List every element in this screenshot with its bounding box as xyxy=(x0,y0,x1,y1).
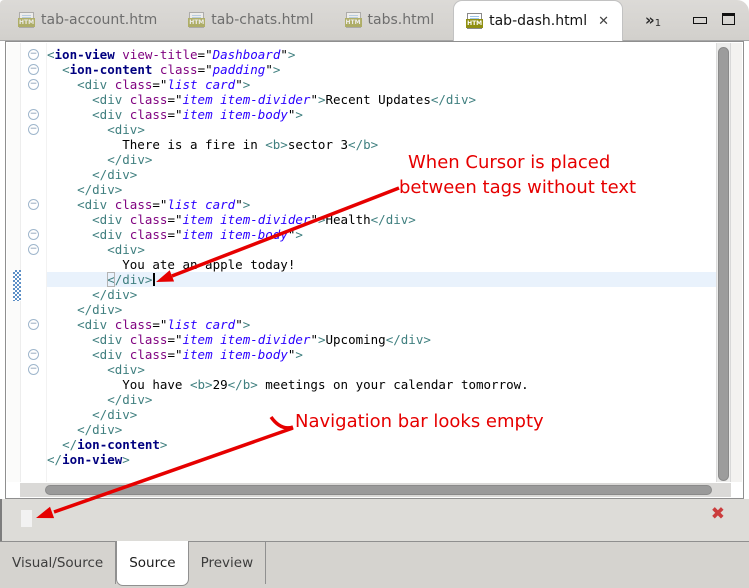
code-line[interactable]: </ion-view> xyxy=(47,452,717,467)
code-line[interactable]: </div> xyxy=(47,272,717,287)
tab-visual-source[interactable]: Visual/Source xyxy=(0,542,117,584)
code-line[interactable]: There is a fire in <b>sector 3</b> xyxy=(47,137,717,152)
navigation-bar-empty-item[interactable] xyxy=(21,510,32,527)
code-line[interactable]: You ate an apple today! xyxy=(47,257,717,272)
code-line[interactable]: <div class="item item-divider">Health</d… xyxy=(47,212,717,227)
code-line[interactable]: <div class="list card"> xyxy=(47,77,717,92)
code-line[interactable]: <div class="item item-divider">Upcoming<… xyxy=(47,332,717,347)
code-line[interactable]: </div> xyxy=(47,287,717,302)
close-tab-icon[interactable]: ✕ xyxy=(598,14,609,29)
code-line[interactable]: <div> xyxy=(47,362,717,377)
overview-ruler[interactable] xyxy=(730,43,742,482)
htm-file-icon: HTM xyxy=(188,12,206,28)
code-line[interactable]: <div> xyxy=(47,242,717,257)
fold-ruler: − − − − − − − − − − − xyxy=(21,43,47,482)
htm-file-icon: HTM xyxy=(344,12,362,28)
fold-collapse-icon[interactable]: − xyxy=(28,319,39,330)
minimize-icon[interactable] xyxy=(693,17,707,24)
horizontal-scrollbar-thumb[interactable] xyxy=(45,485,712,495)
text-cursor xyxy=(153,273,156,286)
annotation-nav-note: Navigation bar looks empty xyxy=(295,411,544,432)
editor-window: HTM tab-account.htm HTM tab-chats.html H… xyxy=(0,0,749,588)
tab-dash-html-active[interactable]: HTM tab-dash.html ✕ xyxy=(453,0,623,41)
tab-label: tab-dash.html xyxy=(489,13,588,29)
tab-source-active[interactable]: Source xyxy=(116,541,189,586)
editor-tab-bar: HTM tab-account.htm HTM tab-chats.html H… xyxy=(0,0,749,41)
tab-label: tab-chats.html xyxy=(211,12,314,28)
vertical-scrollbar-thumb[interactable] xyxy=(718,47,729,481)
fold-collapse-icon[interactable]: − xyxy=(28,49,39,60)
fold-collapse-icon[interactable]: − xyxy=(28,124,39,135)
htm-file-icon: HTM xyxy=(18,12,35,28)
code-line[interactable]: </div> xyxy=(47,392,717,407)
code-line[interactable]: <ion-content class="padding"> xyxy=(47,62,717,77)
fold-collapse-icon[interactable]: − xyxy=(28,64,39,75)
fold-collapse-icon[interactable]: − xyxy=(28,229,39,240)
tab-preview[interactable]: Preview xyxy=(189,542,267,584)
fold-collapse-icon[interactable]: − xyxy=(28,349,39,360)
code-line[interactable]: <div class="list card"> xyxy=(47,317,717,332)
navigation-bar: ✖ xyxy=(0,499,749,541)
htm-file-icon: HTM xyxy=(466,13,484,29)
fold-collapse-icon[interactable]: − xyxy=(28,244,39,255)
overflow-count: 1 xyxy=(654,18,662,29)
tab-chats-html[interactable]: HTM tab-chats.html xyxy=(176,0,326,40)
code-line[interactable]: <ion-view view-title="Dashboard"> xyxy=(47,47,717,62)
tab-overflow-indicator[interactable]: » 1 xyxy=(645,0,661,40)
annotation-cursor-note-line2: between tags without text xyxy=(399,177,637,198)
annotation-ruler[interactable] xyxy=(7,43,21,482)
fold-collapse-icon[interactable]: − xyxy=(28,364,39,375)
code-line[interactable]: <div class="item item-body"> xyxy=(47,347,717,362)
tab-label: tabs.html xyxy=(367,12,435,28)
code-line[interactable]: You have <b>29</b> meetings on your cale… xyxy=(47,377,717,392)
fold-collapse-icon[interactable]: − xyxy=(28,199,39,210)
code-line[interactable]: </ion-content> xyxy=(47,437,717,452)
view-controls xyxy=(693,13,735,25)
code-line[interactable]: <div class="list card"> xyxy=(47,197,717,212)
annotation-cursor-note-line1: When Cursor is placed xyxy=(408,152,611,173)
code-line[interactable]: </div> xyxy=(47,152,717,167)
code-line[interactable]: <div> xyxy=(47,122,717,137)
code-line[interactable]: <div class="item item-divider">Recent Up… xyxy=(47,92,717,107)
horizontal-scrollbar[interactable] xyxy=(20,483,731,497)
chevron-overflow-icon: » xyxy=(645,11,655,29)
tab-tabs-html[interactable]: HTM tabs.html xyxy=(333,0,448,40)
fold-collapse-icon[interactable]: − xyxy=(28,109,39,120)
editor-mode-tab-bar: Visual/Source Source Preview xyxy=(0,541,749,588)
code-line[interactable]: <div class="item item-body"> xyxy=(47,107,717,122)
vertical-scrollbar[interactable] xyxy=(716,43,731,482)
tab-account-htm[interactable]: HTM tab-account.htm xyxy=(6,0,170,40)
tab-label: Visual/Source xyxy=(12,555,104,571)
code-line[interactable]: <div class="item item-body"> xyxy=(47,227,717,242)
code-line[interactable]: </div> xyxy=(47,302,717,317)
maximize-icon[interactable] xyxy=(722,13,735,25)
tab-label: tab-account.htm xyxy=(41,12,158,28)
tab-label: Preview xyxy=(200,555,254,571)
code-lines: <ion-view view-title="Dashboard"> <ion-c… xyxy=(47,43,717,467)
fold-collapse-icon[interactable]: − xyxy=(28,79,39,90)
tab-label: Source xyxy=(129,555,176,571)
error-close-icon[interactable]: ✖ xyxy=(711,504,725,524)
